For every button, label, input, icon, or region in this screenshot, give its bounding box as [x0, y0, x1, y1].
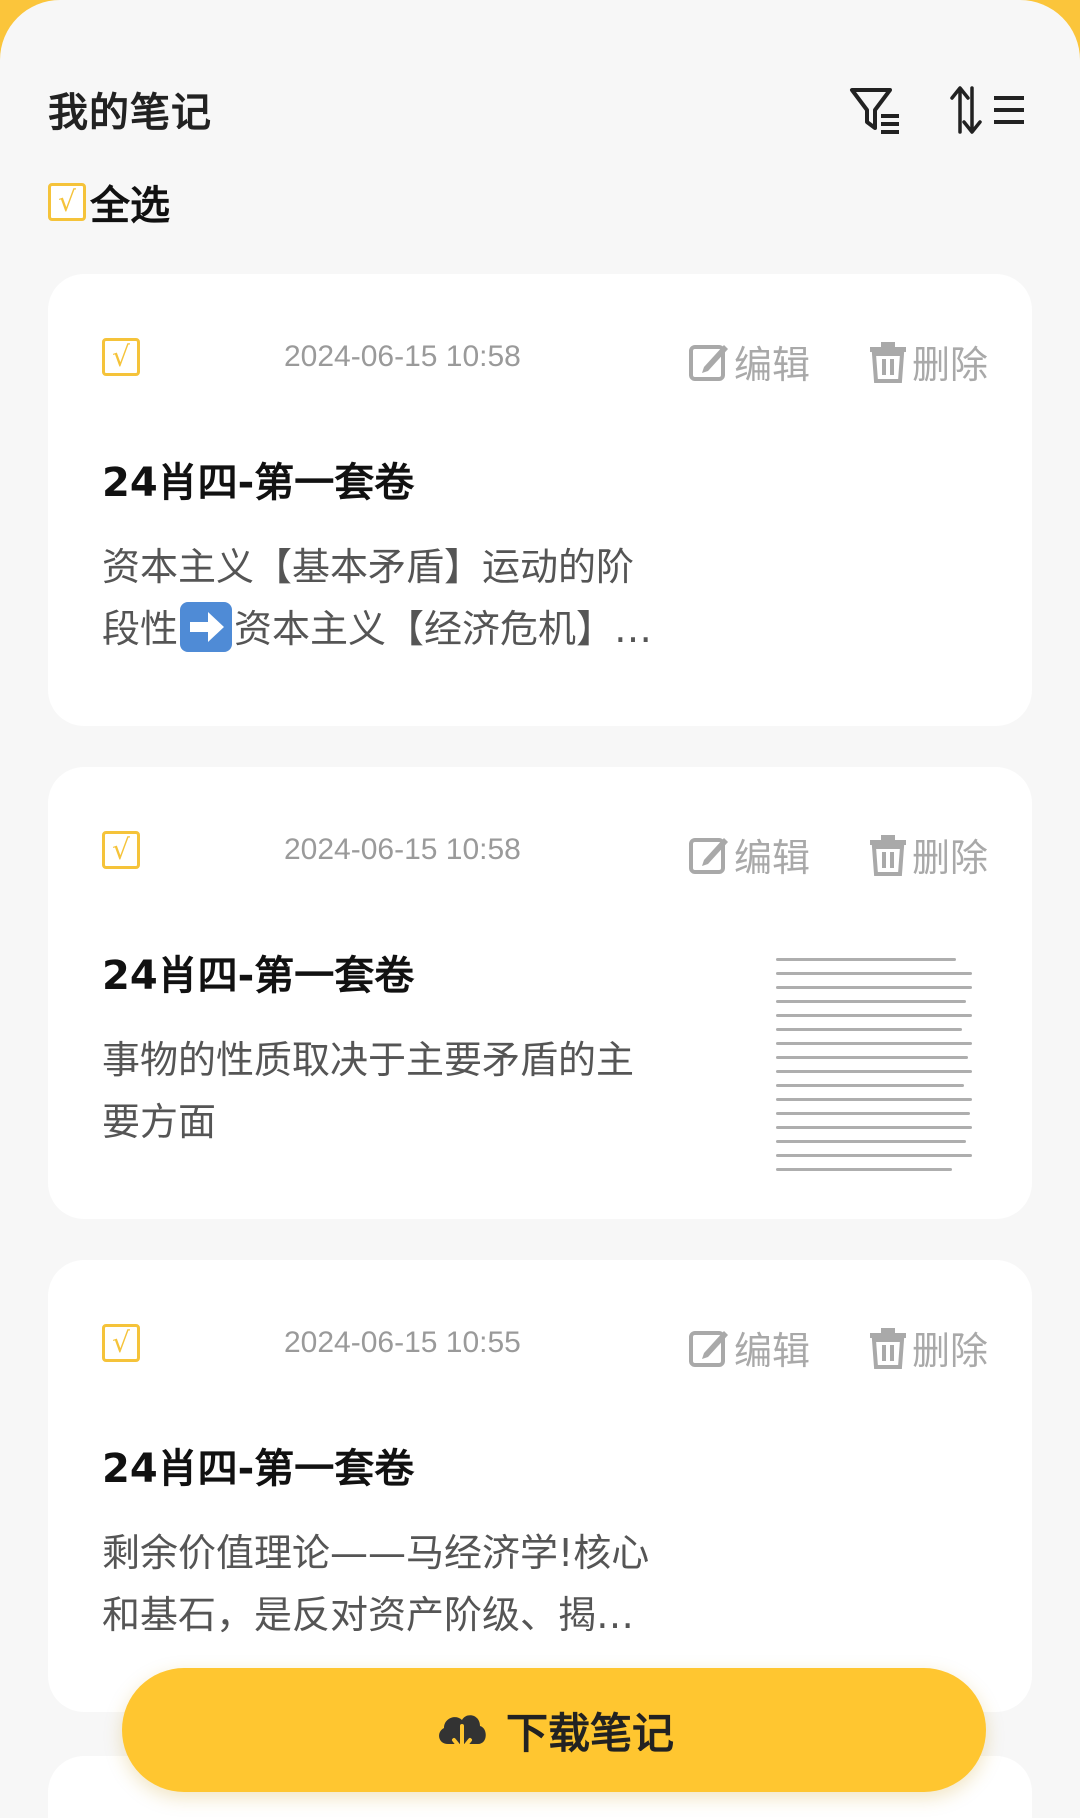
trash-icon	[870, 1327, 906, 1369]
note-datetime: 2024-06-15 10:58	[284, 340, 521, 373]
note-title: 24肖四-第一套卷	[102, 953, 415, 999]
note-checkbox[interactable]: √	[102, 1324, 140, 1362]
select-all[interactable]: √ 全选	[48, 176, 170, 229]
notes-sheet: 我的笔记 √ 全选 √ 2024-06-15 10:58 编辑 删除 24肖四-…	[0, 0, 1080, 1818]
right-arrow-icon	[180, 602, 233, 652]
delete-label: 删除	[912, 1329, 989, 1373]
trash-icon	[870, 341, 906, 383]
note-body-text: 资本主义【经济危机】…	[234, 607, 653, 651]
note-card[interactable]: √ 2024-06-15 10:55 编辑 删除 24肖四-第一套卷 剩余价值理…	[48, 1260, 1032, 1712]
edit-button[interactable]: 编辑	[688, 1320, 810, 1375]
filter-button[interactable]	[848, 84, 904, 136]
filter-list-icon	[850, 88, 899, 134]
trash-icon	[870, 834, 906, 876]
note-body-line: 事物的性质取决于主要矛盾的主	[102, 1038, 635, 1082]
note-body: 资本主义【基本矛盾】运动的阶 段性 资本主义【经济危机】…	[102, 536, 702, 660]
note-body: 剩余价值理论——马经济学!核心 和基石，是反对资产阶级、揭…	[102, 1522, 702, 1646]
note-body-text: 段性	[102, 607, 179, 651]
edit-label: 编辑	[734, 343, 811, 387]
delete-label: 删除	[912, 343, 989, 387]
edit-label: 编辑	[734, 836, 811, 880]
download-notes-button[interactable]: 下载笔记	[122, 1668, 986, 1792]
note-datetime: 2024-06-15 10:58	[284, 833, 521, 866]
note-title: 24肖四-第一套卷	[102, 460, 415, 506]
note-body-line: 要方面	[102, 1100, 217, 1144]
edit-button[interactable]: 编辑	[688, 827, 810, 882]
page-title: 我的笔记	[48, 80, 230, 138]
select-all-checkbox[interactable]: √	[48, 183, 86, 221]
note-card[interactable]: √ 2024-06-15 10:58 编辑 删除 24肖四-第一套卷 资本主义【…	[48, 274, 1032, 726]
edit-icon	[689, 1330, 728, 1367]
note-image-thumbnail[interactable]	[764, 947, 984, 1187]
delete-button[interactable]: 删除	[868, 334, 988, 389]
edit-button[interactable]: 编辑	[688, 334, 810, 389]
edit-label: 编辑	[734, 1329, 811, 1373]
cloud-download-icon	[439, 1715, 486, 1752]
note-title: 24肖四-第一套卷	[102, 1446, 415, 1492]
note-body-line: 段性 资本主义【经济危机】…	[102, 598, 702, 660]
page-title-text: 我的笔记	[48, 90, 212, 136]
note-body-line: 和基石，是反对资产阶级、揭…	[102, 1593, 635, 1637]
note-body-line: 资本主义【基本矛盾】运动的阶	[102, 545, 635, 589]
edit-icon	[689, 344, 728, 381]
note-card[interactable]: √ 2024-06-15 10:58 编辑 删除 24肖四-第一套卷 事物的性质…	[48, 767, 1032, 1219]
note-body: 事物的性质取决于主要矛盾的主 要方面	[102, 1029, 702, 1153]
download-label: 下载笔记	[505, 1708, 674, 1758]
sort-button[interactable]	[948, 84, 1030, 136]
delete-button[interactable]: 删除	[868, 1320, 988, 1375]
edit-icon	[689, 837, 728, 874]
header: 我的笔记	[48, 80, 1038, 150]
note-body-line: 剩余价值理论——马经济学!核心	[102, 1531, 650, 1575]
note-datetime: 2024-06-15 10:55	[284, 1326, 521, 1359]
note-checkbox[interactable]: √	[102, 338, 140, 376]
delete-label: 删除	[912, 836, 989, 880]
delete-button[interactable]: 删除	[868, 827, 988, 882]
note-checkbox[interactable]: √	[102, 831, 140, 869]
sort-arrows-icon	[950, 86, 1024, 134]
select-all-label: 全选	[90, 183, 170, 229]
